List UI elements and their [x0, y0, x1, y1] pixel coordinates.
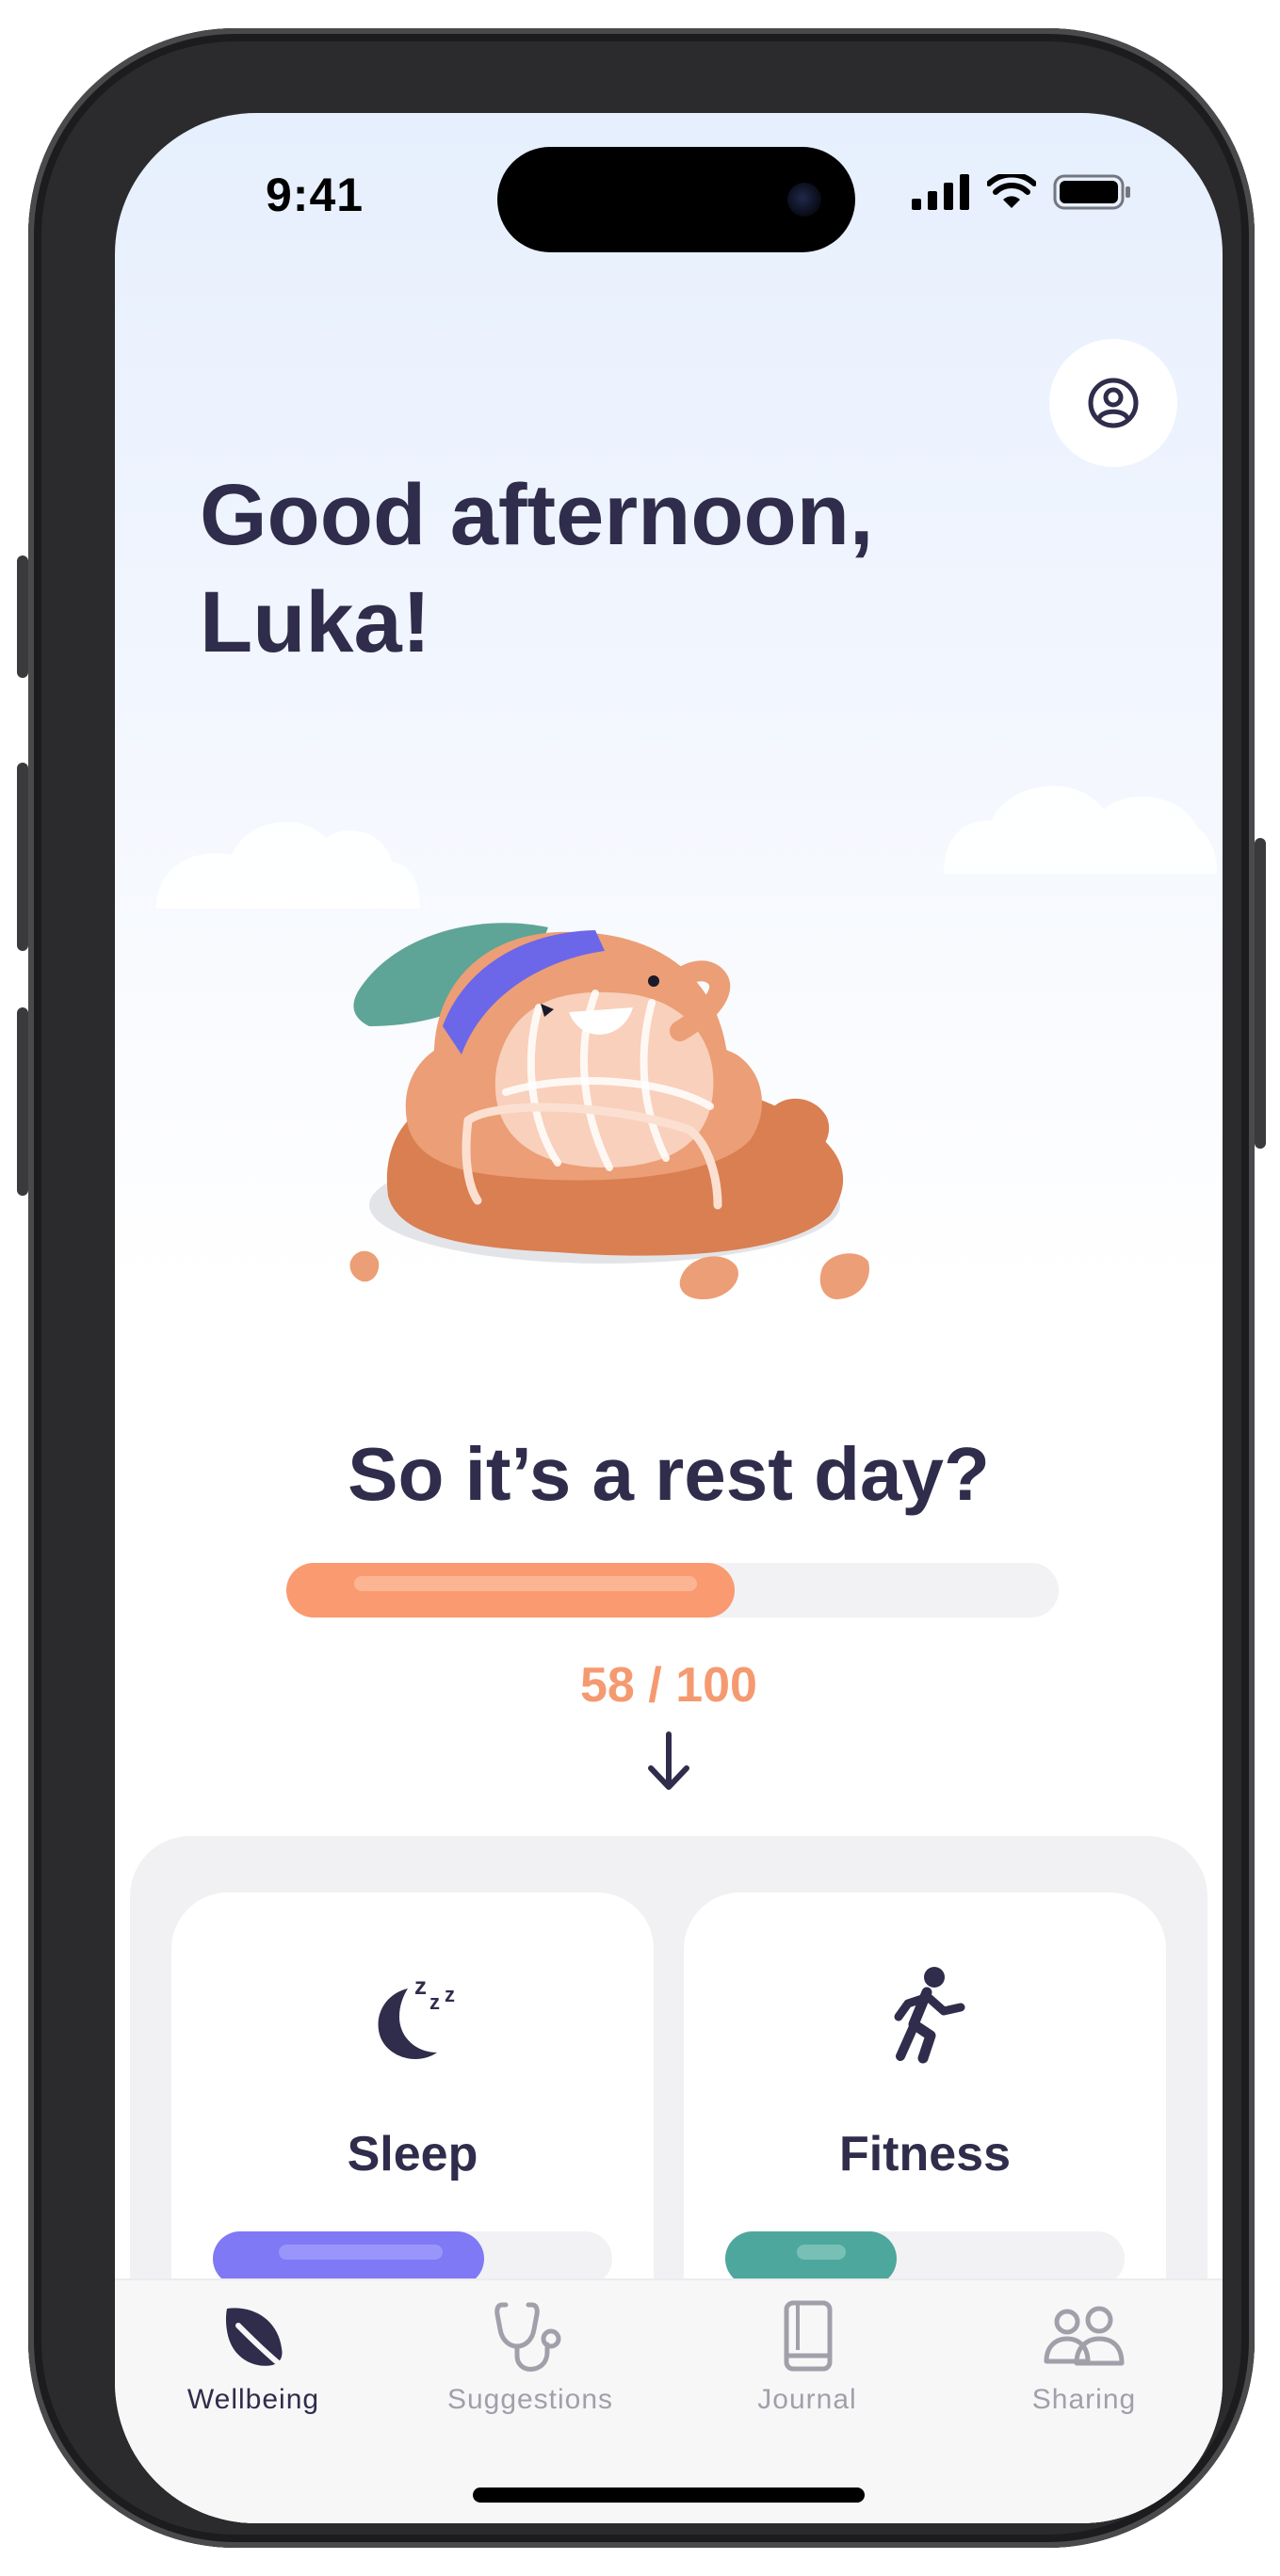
svg-text:z: z [429, 1990, 440, 2014]
leaf-icon [225, 2308, 290, 2374]
wellbeing-score-bar [286, 1563, 1059, 1618]
camera-icon [787, 183, 821, 217]
sleep-card-label: Sleep [347, 2127, 478, 2182]
people-icon [1044, 2306, 1125, 2366]
tab-suggestions[interactable]: Suggestions [392, 2297, 669, 2439]
svg-text:z: z [445, 1983, 455, 2006]
status-bar: 9:41 [115, 113, 1223, 282]
stethoscope-icon [494, 2302, 561, 2372]
sleep-fill-highlight [279, 2245, 444, 2260]
phone-frame: 9:41 Good afternoon, Luka! So it’s a res… [17, 28, 1266, 2548]
running-person-icon [894, 1967, 965, 2064]
wellbeing-score-text: 58 / 100 [580, 1658, 757, 1713]
resting-peach-mascot [349, 923, 869, 1299]
svg-text:z: z [414, 1972, 427, 2000]
fitness-fill-highlight [797, 2245, 847, 2260]
greeting-line-1: Good afternoon, [200, 467, 874, 563]
tab-wellbeing-label: Wellbeing [186, 2384, 320, 2415]
volume-down-button [17, 1007, 28, 1196]
user-circle-icon [1088, 378, 1139, 428]
fitness-card-label: Fitness [838, 2127, 1012, 2182]
home-indicator[interactable] [473, 2487, 865, 2503]
tab-journal-label: Journal [757, 2384, 857, 2415]
wifi-icon [987, 174, 1036, 208]
greeting-title: Good afternoon, Luka! [200, 461, 1047, 676]
rest-day-headline: So it’s a rest day? [348, 1432, 990, 1516]
status-time: 9:41 [266, 169, 365, 221]
tab-sharing[interactable]: Sharing [946, 2297, 1223, 2439]
dynamic-island [497, 147, 855, 252]
score-fill-highlight [354, 1576, 697, 1591]
tab-journal[interactable]: Journal [669, 2297, 946, 2439]
sleep-moon-icon: z z z [378, 1972, 455, 2059]
cloud-right [944, 785, 1217, 874]
book-icon [784, 2300, 833, 2372]
arrow-down-icon[interactable] [645, 1729, 692, 1795]
status-icons [912, 173, 1132, 211]
signal-icon [912, 174, 969, 210]
app-screen: 9:41 Good afternoon, Luka! So it’s a res… [115, 113, 1223, 2523]
power-button [1255, 838, 1266, 1149]
tab-wellbeing[interactable]: Wellbeing [115, 2297, 392, 2439]
wellbeing-score-fill [286, 1563, 735, 1618]
tab-sharing-label: Sharing [1031, 2384, 1137, 2415]
greeting-line-2: Luka! [200, 574, 431, 670]
battery-icon [1053, 174, 1130, 210]
tab-bar: Wellbeing Suggestions Journal Sharing [115, 2278, 1223, 2523]
volume-up-button [17, 763, 28, 951]
profile-button[interactable] [1049, 339, 1177, 467]
tab-suggestions-label: Suggestions [446, 2384, 614, 2415]
action-button [17, 555, 28, 678]
